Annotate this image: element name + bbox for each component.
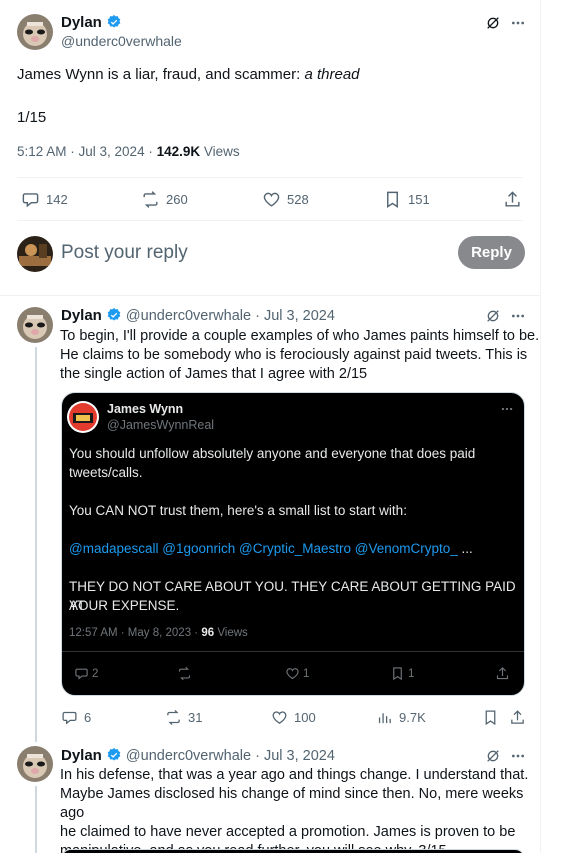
verified-badge-icon — [106, 14, 122, 35]
repost-icon — [143, 191, 158, 208]
reply-author-name[interactable]: Dylan — [61, 747, 102, 764]
tweet-text: James Wynn is a liar, fraud, and scammer… — [17, 66, 360, 83]
thread-connector — [35, 786, 37, 853]
quoted-tweet[interactable]: James Wynn @JamesWynnReal You should unf… — [61, 392, 525, 696]
bookmark-icon — [387, 191, 398, 208]
reply-handle-date[interactable]: @underc0verwhale · Jul 3, 2024 — [126, 748, 335, 764]
reply-text: In his defense, that was a year ago and … — [60, 767, 529, 853]
repost-icon — [167, 709, 180, 726]
tweet-timestamp[interactable]: 5:12 AM · Jul 3, 2024 · 142.9K Views — [17, 144, 240, 159]
tweet-counter: 1/15 — [17, 109, 47, 126]
divider — [17, 220, 523, 221]
reply-author-avatar[interactable] — [17, 746, 53, 782]
author-name-row[interactable]: Dylan — [61, 14, 122, 35]
bookmark-icon — [485, 710, 496, 726]
reply-header[interactable]: Dylan @underc0verwhale · Jul 3, 2024 — [61, 747, 335, 767]
reply-text: To begin, I'll provide a couple examples… — [60, 328, 540, 382]
quoted-author-avatar — [67, 401, 99, 433]
like-count: 100 — [294, 710, 316, 725]
divider — [0, 295, 541, 296]
quoted-text-line: tweets/calls. — [69, 465, 143, 480]
bookmark-count: 151 — [408, 192, 430, 207]
bookmark-icon — [393, 667, 402, 681]
reply-author-avatar[interactable] — [17, 307, 53, 343]
heart-icon — [286, 668, 299, 680]
mention-link[interactable]: @madapescall — [69, 541, 159, 556]
quoted-text-line: You should unfollow absolutely anyone an… — [69, 446, 476, 461]
thread-connector — [35, 347, 37, 742]
repost-count: 260 — [166, 192, 188, 207]
reply-handle-date[interactable]: @underc0verwhale · Jul 3, 2024 — [126, 308, 335, 324]
divider — [17, 177, 523, 178]
more-options-icon — [500, 402, 514, 421]
views-count: 9.7K — [399, 710, 426, 725]
quoted-timestamp: 12:57 AM · May 8, 2023 · 96 Views — [69, 627, 248, 639]
share-icon — [496, 667, 509, 680]
quoted-bookmark-button: 1 — [390, 666, 414, 681]
reply-button[interactable]: 142 — [21, 190, 68, 209]
conversation-column: Dylan @underc0verwhale James Wynn is a l… — [0, 0, 541, 853]
reply-author-name[interactable]: Dylan — [61, 307, 102, 324]
quoted-author-name: James Wynn — [107, 402, 184, 416]
reply-icon — [62, 711, 77, 725]
author-avatar[interactable] — [17, 14, 53, 50]
reply-count: 142 — [46, 192, 68, 207]
quoted-share-button — [495, 666, 510, 681]
reply-button[interactable]: 6 — [61, 709, 91, 726]
verified-badge-icon — [106, 307, 122, 327]
share-button[interactable] — [509, 709, 526, 726]
heart-icon — [272, 711, 287, 724]
reply-header[interactable]: Dylan @underc0verwhale · Jul 3, 2024 — [61, 307, 335, 327]
repost-button[interactable]: 31 — [165, 709, 202, 726]
reply-count: 6 — [84, 710, 92, 725]
mention-link[interactable]: @1goonrich — [162, 541, 235, 556]
mention-link[interactable]: @VenomCrypto_ — [355, 541, 458, 556]
reply-icon — [75, 668, 88, 680]
divider — [62, 651, 524, 652]
reply-submit-button[interactable]: Reply — [458, 236, 525, 269]
share-button[interactable] — [503, 190, 522, 209]
quoted-author-handle: @JamesWynnReal — [107, 418, 215, 432]
quoted-text-line: You CAN NOT trust them, here's a small l… — [69, 503, 407, 518]
more-options-icon[interactable] — [510, 15, 526, 36]
views-button[interactable]: 9.7K — [376, 709, 426, 726]
grok-icon[interactable] — [485, 308, 501, 329]
reply-icon — [22, 193, 39, 208]
more-options-icon[interactable] — [510, 308, 526, 329]
my-avatar[interactable] — [17, 236, 53, 272]
bookmark-button[interactable]: 151 — [383, 190, 430, 209]
quoted-repost-button — [177, 666, 192, 681]
share-icon — [511, 710, 524, 724]
share-icon — [505, 191, 520, 207]
heart-icon — [263, 192, 280, 207]
quoted-like-button: 1 — [285, 666, 309, 681]
author-handle[interactable]: @underc0verwhale — [61, 33, 182, 49]
quoted-mentions: @madapescall @1goonrich @Cryptic_Maestro… — [69, 541, 473, 556]
repost-button[interactable]: 260 — [141, 190, 188, 209]
like-button[interactable]: 100 — [271, 709, 316, 726]
reply-input[interactable]: Post your reply — [61, 242, 188, 264]
bookmark-button[interactable] — [482, 709, 499, 726]
like-button[interactable]: 528 — [262, 190, 309, 209]
quoted-text-line: YOUR EXPENSE. — [69, 598, 180, 613]
author-name[interactable]: Dylan — [61, 14, 102, 31]
verified-badge-icon — [106, 747, 122, 767]
repost-icon — [178, 666, 191, 681]
analytics-icon — [378, 713, 391, 724]
mention-link[interactable]: @Cryptic_Maestro — [239, 541, 351, 556]
next-quoted-tweet[interactable] — [61, 849, 525, 853]
repost-count: 31 — [188, 710, 203, 725]
quoted-reply-button: 2 — [74, 666, 98, 681]
like-count: 528 — [287, 192, 309, 207]
grok-icon[interactable] — [485, 15, 501, 36]
